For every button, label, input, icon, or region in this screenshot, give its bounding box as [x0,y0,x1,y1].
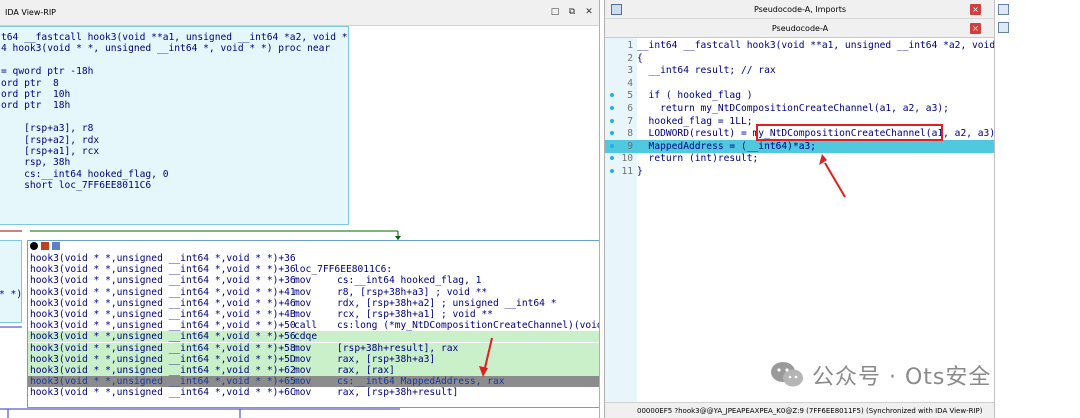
wechat-logo-icon [771,362,803,387]
info-icon[interactable] [998,4,1009,15]
ida-view-pane: IDA View-RIP □ ⧉ ✕ t64 __fastcall hook3(… [0,0,600,418]
close-icon[interactable]: × [970,23,981,34]
close-icon[interactable]: × [970,4,981,15]
status-bar: 00000EF5 ?hook3@@YA_JPEAPEAXPEA_K0@Z:9 (… [605,402,994,418]
annotations [756,124,943,198]
annotation-arrow-right [824,162,846,198]
tab-pseudocode-imports[interactable]: Pseudocode-A, Imports × [605,0,994,19]
tab-pseudocode-a[interactable]: Pseudocode-A × [605,19,994,38]
side-tabs [994,0,1080,418]
structures-icon[interactable] [998,22,1009,33]
highlight-box [756,124,943,141]
watermark: 公众号 · Ots安全 [770,355,991,395]
graph-edges [0,230,493,418]
watermark-text: 公众号 · Ots安全 [812,365,992,390]
pseudocode-editor[interactable]: 1 __int64 __fastcall hook3(void **a1, uns… [605,38,994,402]
status-text: 00000EF5 ?hook3@@YA_JPEAPEAXPEA_K0@Z:9 (… [637,407,983,415]
tab-pseudocode-a-label: Pseudocode-A [771,24,829,33]
tab-pseudocode-imports-label: Pseudocode-A, Imports [753,5,847,14]
annotation-arrow-left [483,337,493,373]
